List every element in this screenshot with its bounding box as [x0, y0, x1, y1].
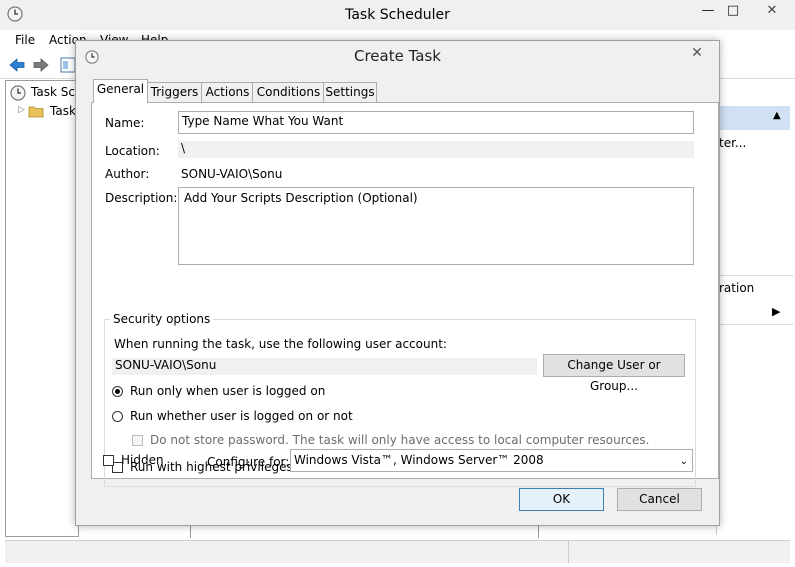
ok-button[interactable]: OK: [519, 488, 604, 511]
general-tab-panel: Name: Type Name What You Want Location: …: [91, 102, 719, 487]
menu-file[interactable]: File: [15, 33, 35, 47]
create-task-dialog: Create Task ✕ General Triggers Actions C…: [75, 40, 720, 526]
divider: [717, 324, 794, 325]
run-whether-logged-on-radio[interactable]: [112, 411, 123, 422]
description-label: Description:: [105, 191, 178, 205]
run-whether-logged-on-label[interactable]: Run whether user is logged on or not: [130, 409, 353, 423]
dialog-close-button[interactable]: ✕: [682, 43, 712, 63]
clock-icon: [10, 85, 26, 101]
console-tree-icon[interactable]: [60, 56, 76, 74]
back-arrow-icon[interactable]: [8, 57, 26, 73]
divider: [717, 275, 794, 276]
console-tree-pane: Task Scheduler (Local) ▷ Task Scheduler …: [5, 80, 186, 537]
author-label: Author:: [105, 167, 150, 181]
description-textarea[interactable]: Add Your Scripts Description (Optional): [178, 187, 694, 265]
window-title: Task Scheduler: [345, 7, 450, 23]
chevron-down-icon[interactable]: ⌄: [680, 453, 688, 470]
location-value: \: [178, 141, 694, 158]
author-value: SONU-VAIO\Sonu: [181, 167, 283, 181]
cancel-button[interactable]: Cancel: [617, 488, 702, 511]
no-store-password-label: Do not store password. The task will onl…: [150, 433, 650, 447]
configure-for-value: Windows Vista™, Windows Server™ 2008: [294, 453, 544, 467]
main-titlebar: Task Scheduler — □ ✕: [0, 0, 795, 31]
no-store-password-checkbox: [132, 435, 143, 446]
forward-arrow-icon[interactable]: [32, 57, 50, 73]
status-bar: [5, 540, 790, 563]
tab-settings[interactable]: Settings: [323, 82, 377, 102]
submenu-arrow-icon[interactable]: ▶: [772, 305, 780, 318]
run-logged-on-label[interactable]: Run only when user is logged on: [130, 384, 325, 398]
divider: [568, 541, 569, 563]
tab-general[interactable]: General: [93, 79, 148, 103]
security-options-legend: Security options: [110, 312, 214, 326]
action-item-connect[interactable]: ter...: [719, 136, 746, 150]
location-label: Location:: [105, 144, 160, 158]
run-logged-on-radio[interactable]: [112, 386, 123, 397]
expand-arrow-icon[interactable]: ▷: [18, 105, 25, 115]
task-name-input[interactable]: Type Name What You Want: [178, 111, 694, 134]
dialog-title: Create Task: [354, 47, 441, 65]
collapse-up-icon[interactable]: ▲: [773, 110, 781, 121]
hidden-label[interactable]: Hidden: [121, 453, 164, 467]
tab-actions[interactable]: Actions: [201, 82, 254, 102]
splitter[interactable]: [190, 524, 191, 538]
hidden-checkbox-box[interactable]: [103, 455, 114, 466]
configure-for-label: Configure for:: [207, 455, 290, 469]
name-label: Name:: [105, 116, 145, 130]
change-user-button[interactable]: Change User or Group...: [543, 354, 685, 393]
folder-icon: [28, 106, 44, 118]
splitter[interactable]: [538, 524, 539, 538]
actions-header[interactable]: ▲: [717, 106, 790, 130]
configure-for-select[interactable]: Windows Vista™, Windows Server™ 2008 ⌄: [290, 449, 693, 472]
tab-conditions[interactable]: Conditions: [252, 82, 325, 102]
account-prompt: When running the task, use the following…: [114, 337, 447, 351]
maximize-button[interactable]: □: [718, 0, 748, 22]
action-item-configuration[interactable]: ration: [719, 281, 754, 295]
close-button[interactable]: ✕: [752, 0, 792, 22]
tab-triggers[interactable]: Triggers: [146, 82, 203, 102]
user-account-value: SONU-VAIO\Sonu: [112, 358, 537, 375]
